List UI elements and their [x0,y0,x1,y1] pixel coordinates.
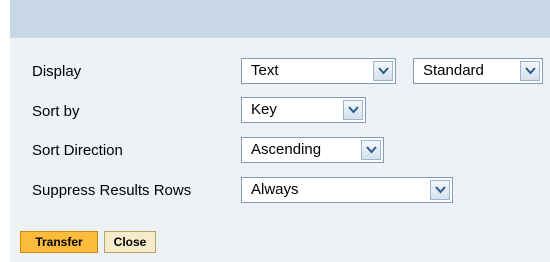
close-button[interactable]: Close [104,231,156,253]
screenshot-frame: Display Text Standard Sort by Key Sort D… [0,0,550,262]
sort-direction-text: Ascending [251,141,322,158]
chevron-down-icon[interactable] [343,100,363,120]
suppress-results-rows-text: Always [251,181,299,198]
dialog-header-bar [10,0,550,38]
suppress-results-rows-select[interactable]: Always [241,177,453,203]
sort-by-label: Sort by [32,103,80,120]
display-format-select[interactable]: Standard [413,58,543,84]
display-value-select[interactable]: Text [241,58,396,84]
sort-direction-select[interactable]: Ascending [241,137,384,163]
sort-by-select[interactable]: Key [241,97,366,123]
display-value-text: Text [251,62,279,79]
suppress-results-rows-label: Suppress Results Rows [32,182,192,199]
chevron-down-icon[interactable] [430,180,450,200]
chevron-down-icon[interactable] [520,61,540,81]
transfer-button[interactable]: Transfer [20,231,98,253]
display-format-text: Standard [423,62,484,79]
display-label: Display [32,63,82,80]
query-properties-dialog: Display Text Standard Sort by Key Sort D… [10,0,550,262]
chevron-down-icon[interactable] [373,61,393,81]
sort-by-text: Key [251,101,277,118]
sort-direction-label: Sort Direction [32,142,123,159]
chevron-down-icon[interactable] [361,140,381,160]
